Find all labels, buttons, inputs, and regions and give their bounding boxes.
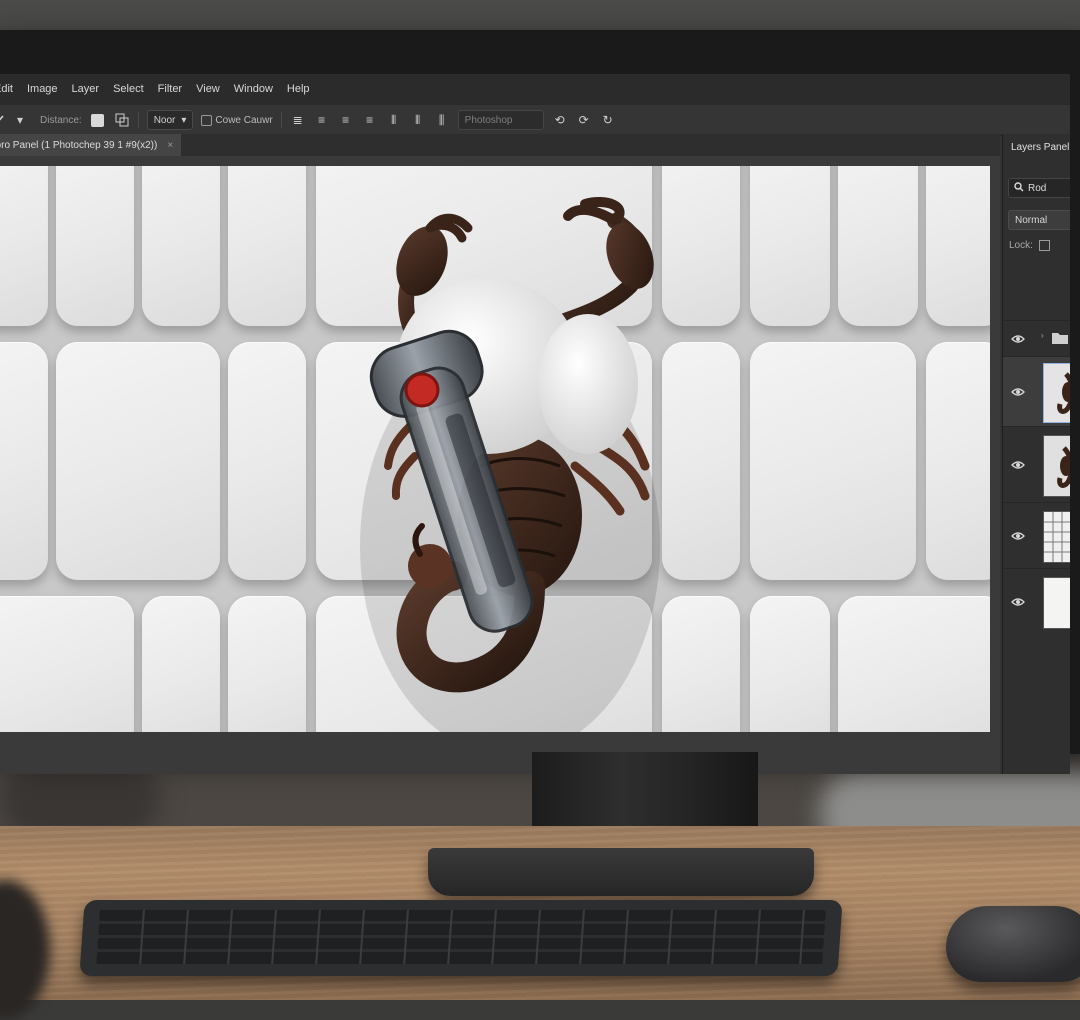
toolbar-divider — [137, 112, 139, 128]
menu-layer[interactable]: Layer — [65, 83, 107, 95]
toolbar-divider — [280, 112, 282, 128]
brush-tool-icon[interactable] — [0, 112, 8, 128]
blend-mode-select[interactable]: Normal — [1008, 210, 1070, 230]
mode-select-value: Noor — [153, 114, 176, 126]
monitor-stand-base — [428, 848, 814, 896]
roll-3d-icon[interactable]: ⟳ — [576, 112, 592, 128]
menu-window[interactable]: Window — [227, 83, 280, 95]
layer-row-scorpion-selected[interactable] — [1003, 356, 1070, 427]
document-tab-bar: epro Panel (1 Photochep 39 1 #9(x2)) × — [0, 134, 1000, 157]
layer-row-group[interactable]: › — [1003, 320, 1070, 357]
menu-edit[interactable]: Edit — [0, 83, 20, 95]
document-tab-title: epro Panel (1 Photochep 39 1 #9(x2)) — [0, 139, 158, 151]
computer-mouse — [946, 906, 1080, 982]
eye-icon[interactable] — [1011, 385, 1025, 399]
distribute-spacing-icon[interactable]: ⫼ — [434, 112, 450, 128]
menu-view[interactable]: View — [189, 83, 227, 95]
search-icon — [1014, 181, 1024, 195]
monitor: Edit Image Layer Select Filter View Wind… — [0, 30, 1080, 774]
document-canvas[interactable] — [0, 166, 990, 732]
chevron-right-icon[interactable]: › — [1041, 331, 1044, 340]
distance-label: Distance: — [40, 114, 82, 126]
chevron-down-icon[interactable]: ▾ — [16, 112, 24, 128]
layer-filter-value: Rod — [1028, 182, 1047, 194]
checkbox-label: Cowe Cauwr — [215, 114, 273, 126]
layer-row-background[interactable] — [1003, 568, 1070, 635]
mask-toggle-icon[interactable] — [90, 112, 106, 128]
menu-filter[interactable]: Filter — [151, 83, 189, 95]
menu-help[interactable]: Help — [280, 83, 317, 95]
align-middle-icon[interactable]: ≡ — [362, 112, 378, 128]
keyboard — [79, 900, 843, 976]
eye-icon[interactable] — [1011, 595, 1025, 609]
canvas-area[interactable] — [0, 156, 1000, 774]
eye-icon[interactable] — [1011, 458, 1025, 472]
menu-image[interactable]: Image — [20, 83, 65, 95]
layer-thumbnail — [1043, 435, 1070, 497]
contiguous-checkbox[interactable]: Cowe Cauwr — [201, 114, 273, 126]
options-text-field[interactable]: Photoshop — [457, 110, 544, 130]
lock-transparent-pixels-icon[interactable] — [1038, 240, 1050, 251]
layer-row-scorpion[interactable] — [1003, 426, 1070, 503]
menu-select[interactable]: Select — [106, 83, 151, 95]
close-icon[interactable]: × — [167, 140, 173, 151]
align-top-icon[interactable]: ≡ — [338, 112, 354, 128]
align-left-icon[interactable]: ≣ — [290, 112, 306, 128]
eye-icon[interactable] — [1011, 529, 1025, 543]
layer-thumbnail — [1043, 363, 1070, 423]
layers-panel: Layers Panel Rod Normal Lock: › — [1002, 134, 1070, 774]
lock-label: Lock: — [1009, 240, 1033, 251]
layer-row-grid[interactable] — [1003, 502, 1070, 569]
layer-thumbnail — [1043, 577, 1070, 629]
distribute-icon[interactable]: ⫴ — [386, 112, 402, 128]
overlap-icon[interactable] — [114, 112, 130, 128]
mode-select[interactable]: Noor ▾ — [146, 110, 194, 130]
distribute-horizontal-icon[interactable]: ⫴ — [410, 112, 426, 128]
drag-3d-icon[interactable]: ↻ — [600, 112, 616, 128]
photoshop-window: Edit Image Layer Select Filter View Wind… — [0, 74, 1070, 774]
align-center-icon[interactable]: ≡ — [314, 112, 330, 128]
folder-icon — [1052, 333, 1068, 344]
layer-filter-search[interactable]: Rod — [1008, 178, 1070, 198]
document-tab[interactable]: epro Panel (1 Photochep 39 1 #9(x2)) × — [0, 134, 182, 156]
chevron-down-icon: ▾ — [181, 114, 187, 126]
keyboard-keys — [96, 910, 826, 964]
lock-row: Lock: — [1009, 240, 1050, 251]
eye-icon[interactable] — [1011, 332, 1025, 346]
scorpion-earbud-artwork — [360, 197, 660, 732]
layer-thumbnail — [1043, 511, 1070, 563]
checkbox-icon — [201, 114, 213, 126]
rotate-3d-icon[interactable]: ⟲ — [552, 112, 568, 128]
layers-panel-title[interactable]: Layers Panel — [1011, 142, 1069, 153]
options-bar: ▾ Distance: Noor ▾ Cowe Cauwr ≣ ≡ ≡ ≡ ⫴ … — [0, 104, 1070, 136]
menu-bar: Edit Image Layer Select Filter View Wind… — [0, 74, 1070, 104]
